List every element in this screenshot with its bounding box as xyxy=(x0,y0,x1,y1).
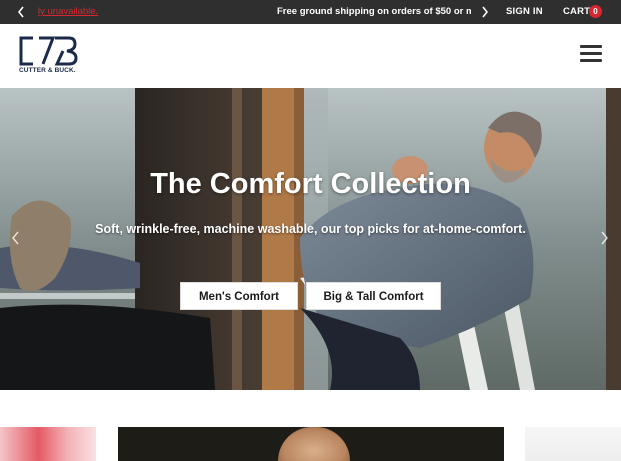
featured-tile[interactable] xyxy=(118,427,504,461)
promo-bar: ly unavailable. Free ground shipping on … xyxy=(0,0,621,24)
promo-next-chevron-right-icon[interactable] xyxy=(480,5,490,19)
cart-link[interactable]: CART xyxy=(563,6,590,17)
promo-link[interactable]: ly unavailable. xyxy=(38,6,98,17)
mens-comfort-button[interactable]: Men's Comfort xyxy=(180,282,298,310)
sign-in-link[interactable]: SIGN IN xyxy=(506,6,543,17)
brand-logo-text: CUTTER & BUCK. xyxy=(19,67,76,74)
hero-image xyxy=(0,88,621,390)
hero-next-chevron-right-icon[interactable] xyxy=(600,230,610,246)
promo-prev-chevron-left-icon[interactable] xyxy=(16,5,26,19)
brand-logo[interactable]: CUTTER & BUCK. xyxy=(19,36,81,78)
cart-count-badge[interactable]: 0 xyxy=(589,5,602,18)
brand-logo-mark-icon xyxy=(19,36,78,66)
hero-prev-chevron-left-icon[interactable] xyxy=(10,230,20,246)
featured-tiles-strip xyxy=(0,390,621,461)
hero-banner: The Comfort Collection Soft, wrinkle-fre… xyxy=(0,88,621,390)
hamburger-menu-icon[interactable] xyxy=(580,45,602,65)
site-header: CUTTER & BUCK. xyxy=(0,24,621,88)
hero-title: The Comfort Collection xyxy=(150,168,471,200)
featured-tile[interactable] xyxy=(525,427,621,461)
promo-message: Free ground shipping on orders of $50 or… xyxy=(277,6,471,17)
hero-subtitle: Soft, wrinkle-free, machine washable, ou… xyxy=(95,222,526,236)
featured-tile[interactable] xyxy=(0,427,96,461)
model-photo xyxy=(278,427,350,461)
big-tall-comfort-button[interactable]: Big & Tall Comfort xyxy=(306,282,441,310)
